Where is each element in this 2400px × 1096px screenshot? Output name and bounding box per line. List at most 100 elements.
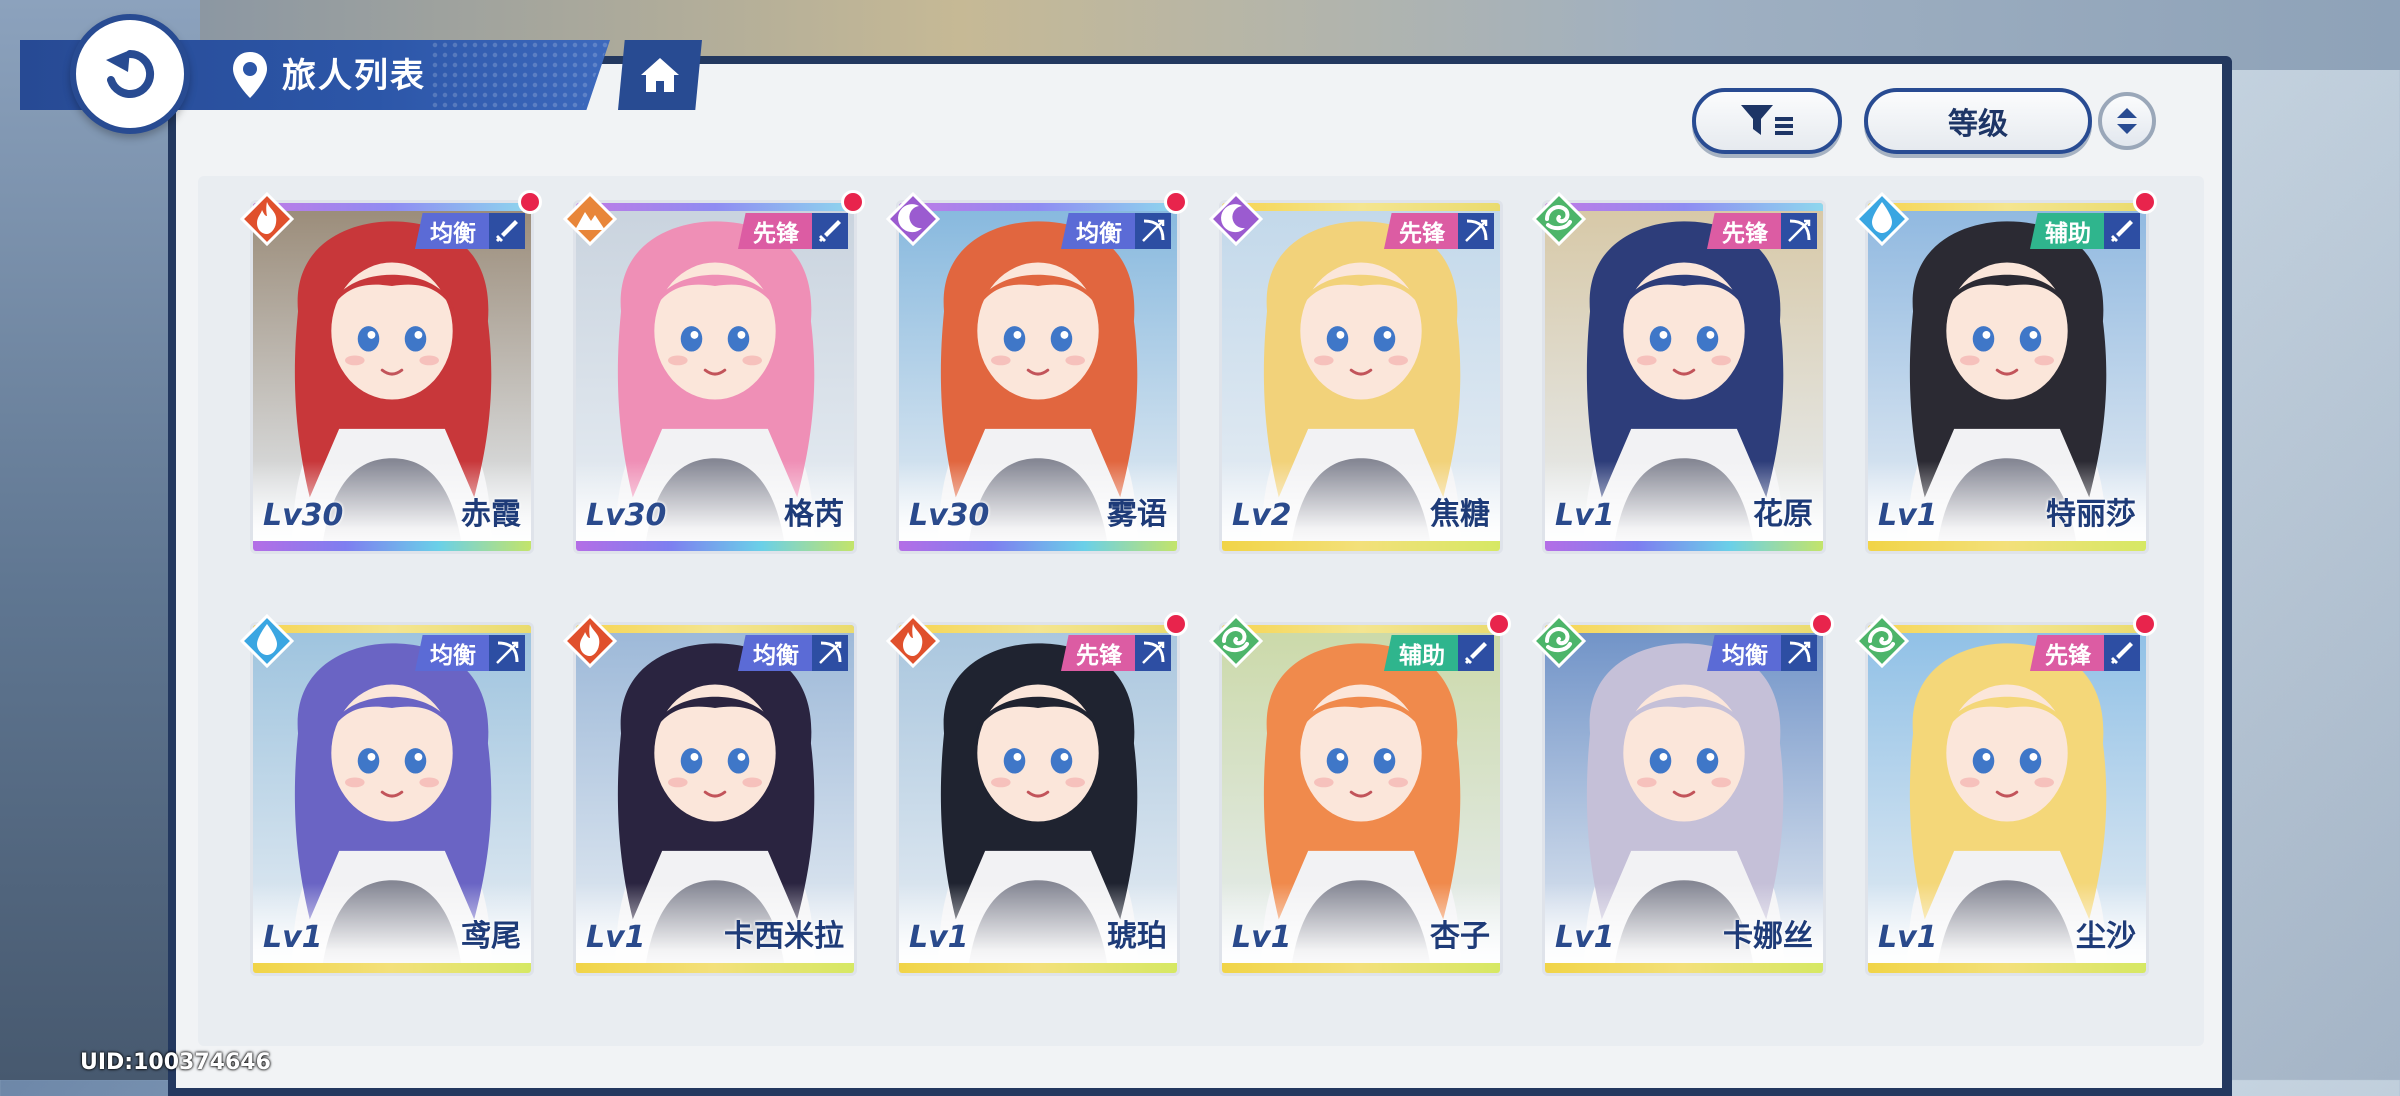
fire-icon — [563, 614, 617, 668]
card-frame: Lv1 尘沙 先锋 — [1865, 622, 2149, 976]
character-card[interactable]: Lv30 格芮 先锋 — [563, 190, 865, 554]
home-icon — [641, 58, 679, 92]
rarity-top-stripe — [576, 203, 854, 211]
role-badge: 均衡 — [738, 635, 814, 671]
rarity-top-stripe — [1868, 625, 2146, 633]
role-badge: 先锋 — [1707, 213, 1783, 249]
new-notification-dot — [1164, 190, 1188, 214]
rarity-stripe — [1868, 541, 2146, 551]
rarity-top-stripe — [1868, 203, 2146, 211]
rarity-top-stripe — [253, 625, 531, 633]
character-card[interactable]: Lv1 卡西米拉 均衡 — [563, 614, 857, 976]
role-badge: 均衡 — [415, 213, 491, 249]
card-frame: Lv1 花原 先锋 — [1542, 200, 1826, 554]
bow-icon — [1135, 635, 1171, 671]
rarity-stripe — [576, 541, 854, 551]
card-frame: Lv1 卡西米拉 均衡 — [573, 622, 857, 976]
home-button[interactable] — [618, 40, 702, 110]
character-level: Lv1 — [1878, 498, 1938, 533]
new-notification-dot — [1810, 612, 1834, 636]
bow-icon — [1781, 213, 1817, 249]
character-level: Lv1 — [909, 920, 969, 955]
wind-icon — [1209, 614, 1263, 668]
card-frame: Lv1 琥珀 先锋 — [896, 622, 1180, 976]
character-name: 雾语 — [1107, 497, 1167, 532]
character-level: Lv2 — [1232, 498, 1292, 533]
dark-icon — [1209, 192, 1263, 246]
character-name: 卡西米拉 — [724, 919, 844, 954]
role-badge: 均衡 — [1061, 213, 1137, 249]
bow-icon — [812, 635, 848, 671]
fire-icon — [886, 614, 940, 668]
card-frame: Lv30 雾语 均衡 — [896, 200, 1180, 554]
character-name: 尘沙 — [2076, 919, 2136, 954]
character-card[interactable]: Lv1 杏子 辅助 — [1209, 612, 1511, 976]
character-name: 鸢尾 — [461, 919, 521, 954]
bow-icon — [1781, 635, 1817, 671]
character-card[interactable]: Lv1 尘沙 先锋 — [1855, 612, 2157, 976]
character-card[interactable]: Lv30 雾语 均衡 — [886, 190, 1188, 554]
dark-icon — [886, 192, 940, 246]
rarity-stripe — [1868, 963, 2146, 973]
rarity-stripe — [899, 541, 1177, 551]
rarity-stripe — [1545, 541, 1823, 551]
water-icon — [240, 614, 294, 668]
rarity-stripe — [253, 541, 531, 551]
role-badge: 辅助 — [2030, 213, 2106, 249]
sword-icon — [489, 213, 525, 249]
sword-icon — [2104, 635, 2140, 671]
sort-dropdown[interactable]: 等级 — [1864, 88, 2092, 154]
character-level: Lv1 — [1555, 498, 1615, 533]
character-level: Lv30 — [263, 498, 344, 533]
rarity-stripe — [1545, 963, 1823, 973]
filter-button[interactable] — [1692, 88, 1842, 154]
new-notification-dot — [2133, 190, 2157, 214]
sort-descending-icon — [2117, 124, 2137, 134]
character-level: Lv1 — [586, 920, 646, 955]
character-level: Lv30 — [909, 498, 990, 533]
sort-order-toggle[interactable] — [2098, 92, 2156, 150]
new-notification-dot — [1164, 612, 1188, 636]
back-button[interactable] — [70, 14, 190, 134]
card-frame: Lv1 特丽莎 辅助 — [1865, 200, 2149, 554]
new-notification-dot — [1487, 612, 1511, 636]
character-name: 琥珀 — [1107, 919, 1167, 954]
role-badge: 均衡 — [415, 635, 491, 671]
character-card[interactable]: Lv2 焦糖 先锋 — [1209, 192, 1503, 554]
character-name: 花原 — [1753, 497, 1813, 532]
card-frame: Lv2 焦糖 先锋 — [1219, 200, 1503, 554]
character-level: Lv30 — [586, 498, 667, 533]
user-id: UID:100374646 — [80, 1050, 271, 1075]
title-bar-pattern — [430, 40, 610, 110]
card-frame: Lv30 赤霞 均衡 — [250, 200, 534, 554]
role-badge: 均衡 — [1707, 635, 1783, 671]
character-card[interactable]: Lv1 卡娜丝 均衡 — [1532, 612, 1834, 976]
rarity-top-stripe — [1222, 625, 1500, 633]
rarity-top-stripe — [1545, 625, 1823, 633]
wind-icon — [1532, 614, 1586, 668]
character-card[interactable]: Lv1 花原 先锋 — [1532, 192, 1826, 554]
sort-ascending-icon — [2117, 108, 2137, 118]
card-frame: Lv30 格芮 先锋 — [573, 200, 857, 554]
character-card[interactable]: Lv1 特丽莎 辅助 — [1855, 190, 2157, 554]
rarity-stripe — [576, 963, 854, 973]
role-badge: 先锋 — [2030, 635, 2106, 671]
rarity-top-stripe — [576, 625, 854, 633]
character-card[interactable]: Lv1 琥珀 先锋 — [886, 612, 1188, 976]
sword-icon — [812, 213, 848, 249]
filter-icon — [1741, 105, 1793, 135]
rarity-stripe — [1222, 963, 1500, 973]
bow-icon — [489, 635, 525, 671]
character-card[interactable]: Lv30 赤霞 均衡 — [240, 190, 542, 554]
new-notification-dot — [841, 190, 865, 214]
new-notification-dot — [2133, 612, 2157, 636]
fire-icon — [240, 192, 294, 246]
location-pin-icon — [233, 52, 267, 98]
rarity-top-stripe — [899, 203, 1177, 211]
card-frame: Lv1 卡娜丝 均衡 — [1542, 622, 1826, 976]
water-icon — [1855, 192, 1909, 246]
bow-icon — [1135, 213, 1171, 249]
wind-icon — [1532, 192, 1586, 246]
page-title: 旅人列表 — [282, 56, 426, 96]
character-card[interactable]: Lv1 鸢尾 均衡 — [240, 614, 534, 976]
